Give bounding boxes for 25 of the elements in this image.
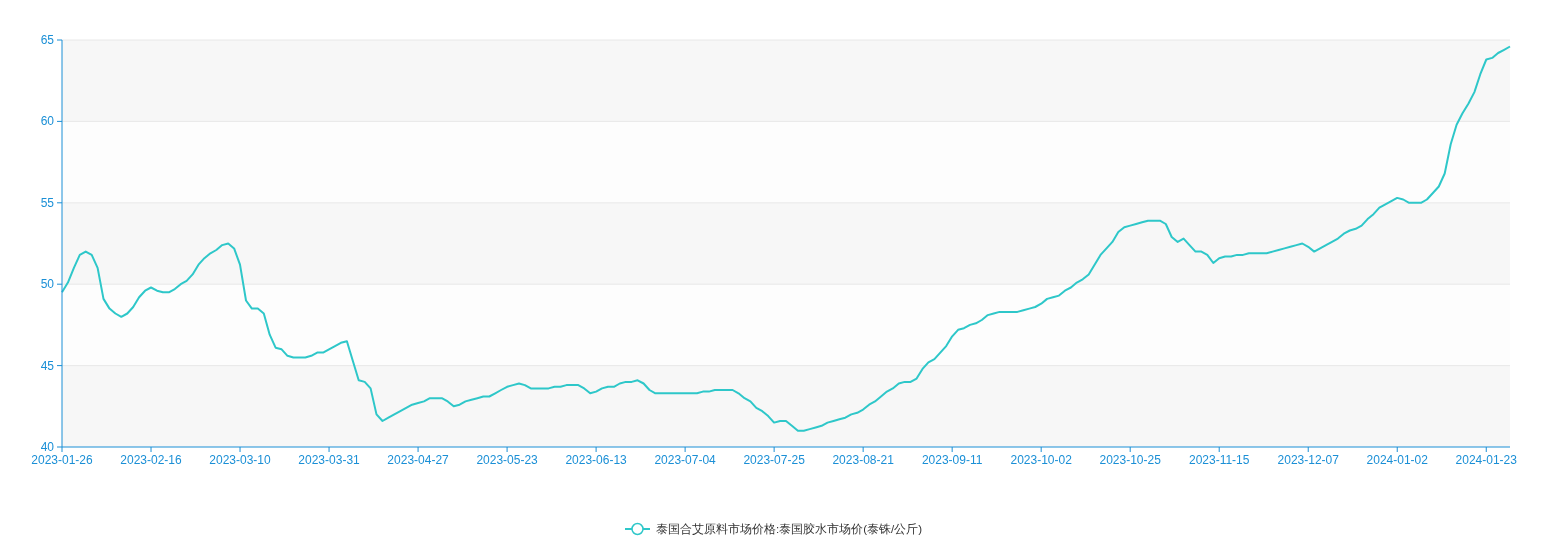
x-tick-label: 2023-05-23 [476, 453, 538, 467]
x-tick-label: 2024-01-23 [1455, 453, 1517, 467]
x-tick-label: 2023-09-11 [921, 453, 983, 467]
x-tick-label: 2023-02-16 [120, 453, 182, 467]
x-tick-label: 2023-03-10 [209, 453, 271, 467]
y-tick-label: 45 [40, 358, 54, 373]
y-tick-label: 40 [40, 440, 54, 454]
x-tick-label: 2023-11-15 [1188, 453, 1250, 467]
x-tick-label: 2023-07-25 [743, 453, 805, 467]
legend-label[interactable]: 泰国合艾原料市场价格:泰国胶水市场价(泰铢/公斤) [656, 523, 923, 535]
x-tick-label: 2023-06-13 [565, 453, 627, 467]
y-tick-label: 60 [40, 114, 54, 129]
x-tick-label: 2023-01-26 [31, 453, 93, 467]
legend-icon[interactable] [624, 522, 651, 536]
y-tick-label: 65 [40, 33, 54, 47]
x-tick-label: 2023-08-21 [832, 453, 894, 467]
x-tick-label: 2023-07-04 [654, 453, 716, 467]
x-tick-label: 2023-12-07 [1277, 453, 1339, 467]
x-tick-label: 2023-10-02 [1010, 453, 1072, 467]
y-tick-label: 50 [40, 277, 54, 292]
x-tick-label: 2023-10-25 [1099, 453, 1161, 467]
x-tick-label: 2023-04-27 [387, 453, 449, 467]
y-tick-label: 55 [40, 195, 54, 210]
x-tick-label: 2024-01-02 [1366, 453, 1428, 467]
x-tick-label: 2023-03-31 [298, 453, 360, 467]
